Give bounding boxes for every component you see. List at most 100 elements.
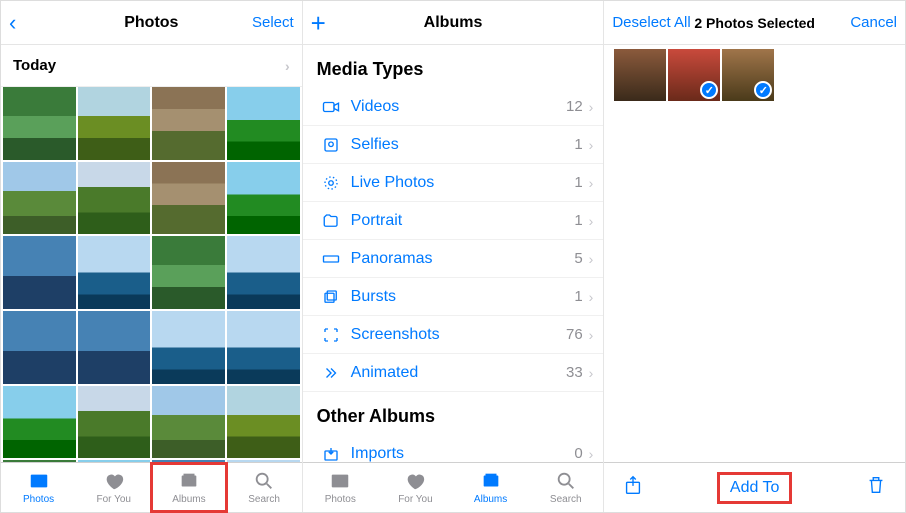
photo-thumb[interactable] [78,386,151,459]
tab-label: For You [398,494,432,505]
section-header: Other Albums [303,392,604,435]
album-live-photos[interactable]: Live Photos 1 › [303,164,604,202]
album-label: Live Photos [345,174,575,192]
album-label: Panoramas [345,250,575,268]
tab-for-you[interactable]: For You [76,463,151,512]
album-count: 1 [574,174,588,191]
screenshot-icon [317,326,345,344]
check-icon: ✓ [754,81,772,99]
album-list: Media Types Videos 12 › Selfies 1 › Live… [303,45,604,462]
chevron-right-icon: › [285,58,290,74]
video-icon [317,98,345,116]
portrait-icon [317,212,345,230]
photo-thumb[interactable] [227,236,300,309]
burst-icon [317,288,345,306]
album-label: Screenshots [345,326,566,344]
panorama-icon [317,250,345,268]
chevron-right-icon: › [589,213,594,229]
photo-thumb[interactable] [152,162,225,235]
selected-thumbs: ✓ ✓ [604,45,905,105]
photos-pane: ‹ Photos Select Today › [1,1,303,512]
tab-photos[interactable]: Photos [303,463,378,512]
photo-thumb[interactable] [227,311,300,384]
photo-thumb[interactable] [3,386,76,459]
cancel-button[interactable]: Cancel [850,14,897,31]
section-label: Today [13,57,56,74]
select-button[interactable]: Select [252,14,294,31]
photo-thumb[interactable] [3,311,76,384]
photo-thumb[interactable] [3,87,76,160]
tab-label: Search [248,494,280,505]
photo-thumb[interactable] [3,162,76,235]
album-count: 5 [574,250,588,267]
selfie-icon [317,136,345,154]
selected-photo[interactable]: ✓ [722,49,774,101]
album-label: Animated [345,364,566,382]
album-label: Selfies [345,136,575,154]
chevron-right-icon: › [589,289,594,305]
album-selfies[interactable]: Selfies 1 › [303,126,604,164]
album-label: Videos [345,98,566,116]
albums-pane: + Albums Media Types Videos 12 › Selfies… [303,1,605,512]
album-portrait[interactable]: Portrait 1 › [303,202,604,240]
album-count: 12 [566,98,589,115]
album-label: Bursts [345,288,575,306]
nav-bar: + Albums [303,1,604,45]
album-animated[interactable]: Animated 33 › [303,354,604,392]
album-imports[interactable]: Imports 0 › [303,435,604,462]
tab-search[interactable]: Search [227,463,302,512]
chevron-right-icon: › [589,251,594,267]
album-label: Imports [345,445,575,463]
album-count: 1 [574,212,588,229]
album-screenshots[interactable]: Screenshots 76 › [303,316,604,354]
chevron-right-icon: › [589,99,594,115]
album-label: Portrait [345,212,575,230]
photo-thumb[interactable] [78,236,151,309]
tab-for-you[interactable]: For You [378,463,453,512]
photo-grid [1,87,302,462]
photo-thumb[interactable] [152,386,225,459]
tab-label: Photos [23,494,54,505]
album-count: 1 [574,136,588,153]
add-to-button[interactable]: Add To [722,477,788,499]
selected-photo[interactable] [614,49,666,101]
photo-thumb[interactable] [152,87,225,160]
check-icon: ✓ [700,81,718,99]
tab-photos[interactable]: Photos [1,463,76,512]
section-header[interactable]: Today › [1,45,302,87]
tab-label: Albums [474,494,507,505]
trash-button[interactable] [865,474,887,501]
add-button[interactable]: + [311,10,326,36]
album-count: 0 [574,445,588,462]
selected-photo[interactable]: ✓ [668,49,720,101]
album-videos[interactable]: Videos 12 › [303,88,604,126]
deselect-all-button[interactable]: Deselect All [612,14,690,31]
tab-label: Albums [172,494,205,505]
tab-search[interactable]: Search [528,463,603,512]
page-title: Albums [303,14,604,32]
photo-thumb[interactable] [78,87,151,160]
tab-albums[interactable]: Albums [453,463,528,512]
imports-icon [317,445,345,463]
photo-thumb[interactable] [152,311,225,384]
nav-bar: ‹ Photos Select [1,1,302,45]
chevron-right-icon: › [589,365,594,381]
photo-thumb[interactable] [152,236,225,309]
photo-thumb[interactable] [227,386,300,459]
back-icon[interactable]: ‹ [9,10,16,36]
album-panoramas[interactable]: Panoramas 5 › [303,240,604,278]
share-button[interactable] [622,474,644,501]
bottom-toolbar: Add To [604,462,905,512]
tab-albums[interactable]: Albums [151,463,226,512]
tab-bar: Photos For You Albums Search [1,462,302,512]
chevron-right-icon: › [589,137,594,153]
photo-thumb[interactable] [227,87,300,160]
photo-thumb[interactable] [78,162,151,235]
tab-label: Search [550,494,582,505]
photo-thumb[interactable] [3,236,76,309]
album-bursts[interactable]: Bursts 1 › [303,278,604,316]
tab-label: For You [97,494,131,505]
photo-thumb[interactable] [227,162,300,235]
tab-bar: Photos For You Albums Search [303,462,604,512]
photo-thumb[interactable] [78,311,151,384]
